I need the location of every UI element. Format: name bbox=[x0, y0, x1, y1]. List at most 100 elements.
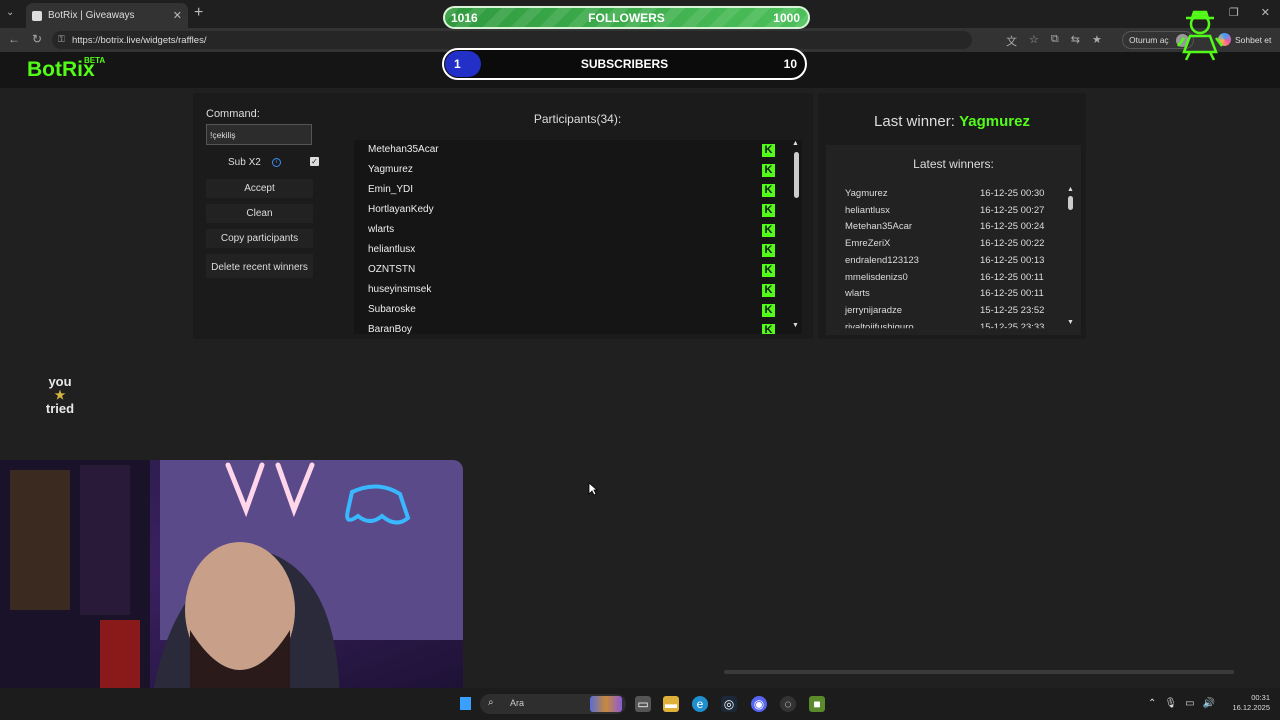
refresh-icon[interactable]: ↻ bbox=[32, 32, 42, 46]
obs-icon[interactable]: ◌ bbox=[780, 696, 796, 712]
participant-name: OZNTSTN bbox=[368, 264, 416, 275]
followers-label: FOLLOWERS bbox=[588, 11, 665, 25]
command-input[interactable] bbox=[206, 124, 312, 145]
participants-title: Participants(34): bbox=[533, 112, 622, 126]
participants-list[interactable]: Metehan35Acar K Yagmurez K Emin_YDI K Hortlaya… bbox=[354, 140, 790, 334]
winner-name: EmreZeriX bbox=[845, 238, 891, 250]
kick-icon: K bbox=[762, 324, 775, 334]
sub-multiplier-label: Sub X2 bbox=[228, 157, 261, 168]
copilot-button[interactable]: Sohbet et bbox=[1218, 33, 1271, 46]
winner-time: 16-12-25 00:11 bbox=[980, 288, 1044, 300]
winner-time: 15-12-25 23:52 bbox=[980, 304, 1045, 316]
winner-time: 16-12-25 00:30 bbox=[980, 188, 1045, 199]
kick-icon: K bbox=[762, 284, 775, 297]
delete-recent-winners-button[interactable]: Delete recent winners bbox=[206, 254, 313, 278]
scrollbar-thumb[interactable] bbox=[794, 152, 799, 198]
tab-actions-icon[interactable]: ⌄ bbox=[6, 7, 14, 18]
kick-icon: K bbox=[762, 304, 775, 317]
url-field[interactable]: ⚿ https://botrix.live/widgets/raffles/ bbox=[52, 31, 972, 49]
extensions-icon[interactable]: ⧉ bbox=[1051, 33, 1059, 49]
signin-label: Oturum aç bbox=[1129, 35, 1169, 45]
participants-scrollbar[interactable]: ▲ ▼ bbox=[790, 140, 802, 334]
subscribers-goal: 10 bbox=[783, 57, 797, 71]
kick-icon: K bbox=[762, 164, 775, 177]
latest-winners-title: Latest winners: bbox=[913, 157, 994, 171]
copy-participants-button[interactable]: Copy participants bbox=[206, 229, 313, 248]
winner-time: 16-12-25 00:22 bbox=[980, 238, 1045, 250]
winner-time: 16-12-25 00:27 bbox=[980, 204, 1045, 216]
search-highlight-image bbox=[590, 696, 622, 712]
webcam-feed bbox=[0, 460, 463, 720]
winner-name: jerrynijaradze bbox=[845, 304, 903, 316]
mascot-icon bbox=[1177, 10, 1223, 61]
edge-browser-icon[interactable]: e bbox=[692, 696, 708, 712]
kick-icon: K bbox=[762, 244, 775, 257]
tray-overflow-icon[interactable]: ⌃ bbox=[1148, 698, 1156, 709]
winner-name: Yagmurez bbox=[845, 188, 888, 199]
kick-icon: K bbox=[762, 264, 775, 277]
volume-icon[interactable]: 🔊 bbox=[1203, 698, 1215, 709]
favorites-icon[interactable]: ★ bbox=[1092, 33, 1102, 49]
participant-name: Metehan35Acar bbox=[368, 144, 439, 155]
site-info-icon[interactable]: ⚿ bbox=[58, 34, 65, 45]
windows-start-icon[interactable] bbox=[460, 697, 471, 710]
scroll-down-icon[interactable]: ▼ bbox=[792, 322, 799, 329]
browser-tab[interactable]: BotRix | Giveaways ✕ bbox=[26, 3, 188, 28]
followers-goal-bar: 1016 FOLLOWERS 1000 bbox=[443, 6, 810, 29]
url-text: https://botrix.live/widgets/raffles/ bbox=[72, 35, 207, 46]
scroll-down-icon[interactable]: ▼ bbox=[1067, 319, 1074, 326]
task-view-icon[interactable]: ▭ bbox=[635, 696, 651, 712]
participant-name: heliantlusx bbox=[368, 244, 416, 255]
winner-time: 16-12-25 00:11 bbox=[980, 271, 1044, 283]
tab-title: BotRix | Giveaways bbox=[48, 10, 135, 21]
winner-name: mmelisdenizs0 bbox=[845, 271, 908, 283]
command-label: Command: bbox=[206, 108, 260, 120]
taskbar-search[interactable]: ⌕ Ara bbox=[480, 694, 626, 714]
taskbar-clock[interactable]: 00:31 16.12.2025 bbox=[1228, 693, 1270, 713]
accept-button[interactable]: Accept bbox=[206, 179, 313, 198]
sub-multiplier-checkbox[interactable]: ✓ bbox=[310, 157, 319, 166]
winner-name: heliantlusx bbox=[845, 204, 890, 216]
last-winner-heading: Last winner: Yagmurez bbox=[818, 113, 1086, 130]
mouse-cursor-icon bbox=[588, 482, 598, 496]
translate-icon[interactable]: 文 bbox=[1006, 33, 1017, 49]
network-icon[interactable]: ▭ bbox=[1185, 698, 1194, 709]
copilot-label: Sohbet et bbox=[1235, 34, 1272, 45]
last-winner-label: Last winner: bbox=[874, 113, 955, 130]
discord-icon[interactable]: ◉ bbox=[751, 696, 767, 712]
kick-icon: K bbox=[762, 184, 775, 197]
scrollbar-thumb[interactable] bbox=[1068, 196, 1073, 210]
participant-name: BaranBoy bbox=[368, 324, 412, 334]
kick-icon: K bbox=[762, 144, 775, 157]
winner-name: endralend123123 bbox=[845, 254, 919, 266]
participant-name: Yagmurez bbox=[368, 164, 413, 175]
search-icon: ⌕ bbox=[488, 697, 494, 708]
subscribers-label: SUBSCRIBERS bbox=[580, 57, 669, 71]
file-explorer-icon[interactable]: ▬ bbox=[663, 696, 679, 712]
participant-name: HortlayanKedy bbox=[368, 204, 434, 215]
split-screen-icon[interactable]: ⇆ bbox=[1071, 33, 1080, 49]
browser-toolbar-icons: 文 ☆ ⧉ ⇆ ★ bbox=[1006, 33, 1102, 49]
back-icon[interactable]: ← bbox=[8, 32, 20, 46]
horizontal-scrollbar[interactable] bbox=[724, 670, 1234, 674]
scroll-up-icon[interactable]: ▲ bbox=[1067, 186, 1074, 193]
microphone-icon[interactable]: 🎙 bbox=[1164, 698, 1177, 709]
navigation-buttons: ← ↻ bbox=[8, 32, 42, 46]
close-window-icon[interactable]: ✕ bbox=[1261, 6, 1270, 19]
webcam-scene bbox=[0, 460, 463, 720]
star-icon: ★ bbox=[54, 388, 66, 402]
steam-icon[interactable]: ◎ bbox=[721, 696, 737, 712]
minecraft-icon[interactable]: ■ bbox=[809, 696, 825, 712]
close-tab-icon[interactable]: ✕ bbox=[173, 9, 182, 22]
winners-scrollbar[interactable]: ▲ ▼ bbox=[1066, 186, 1076, 331]
new-tab-icon[interactable]: + bbox=[194, 4, 203, 22]
scroll-up-icon[interactable]: ▲ bbox=[792, 140, 799, 147]
sticker-bottom-text: tried bbox=[45, 401, 75, 416]
favorite-star-icon[interactable]: ☆ bbox=[1029, 33, 1039, 49]
kick-icon: K bbox=[762, 204, 775, 217]
followers-goal: 1000 bbox=[773, 11, 800, 25]
info-icon[interactable]: i bbox=[272, 158, 281, 167]
clock-time: 00:31 bbox=[1251, 693, 1270, 702]
clean-button[interactable]: Clean bbox=[206, 204, 313, 223]
maximize-icon[interactable]: ❐ bbox=[1229, 6, 1239, 19]
